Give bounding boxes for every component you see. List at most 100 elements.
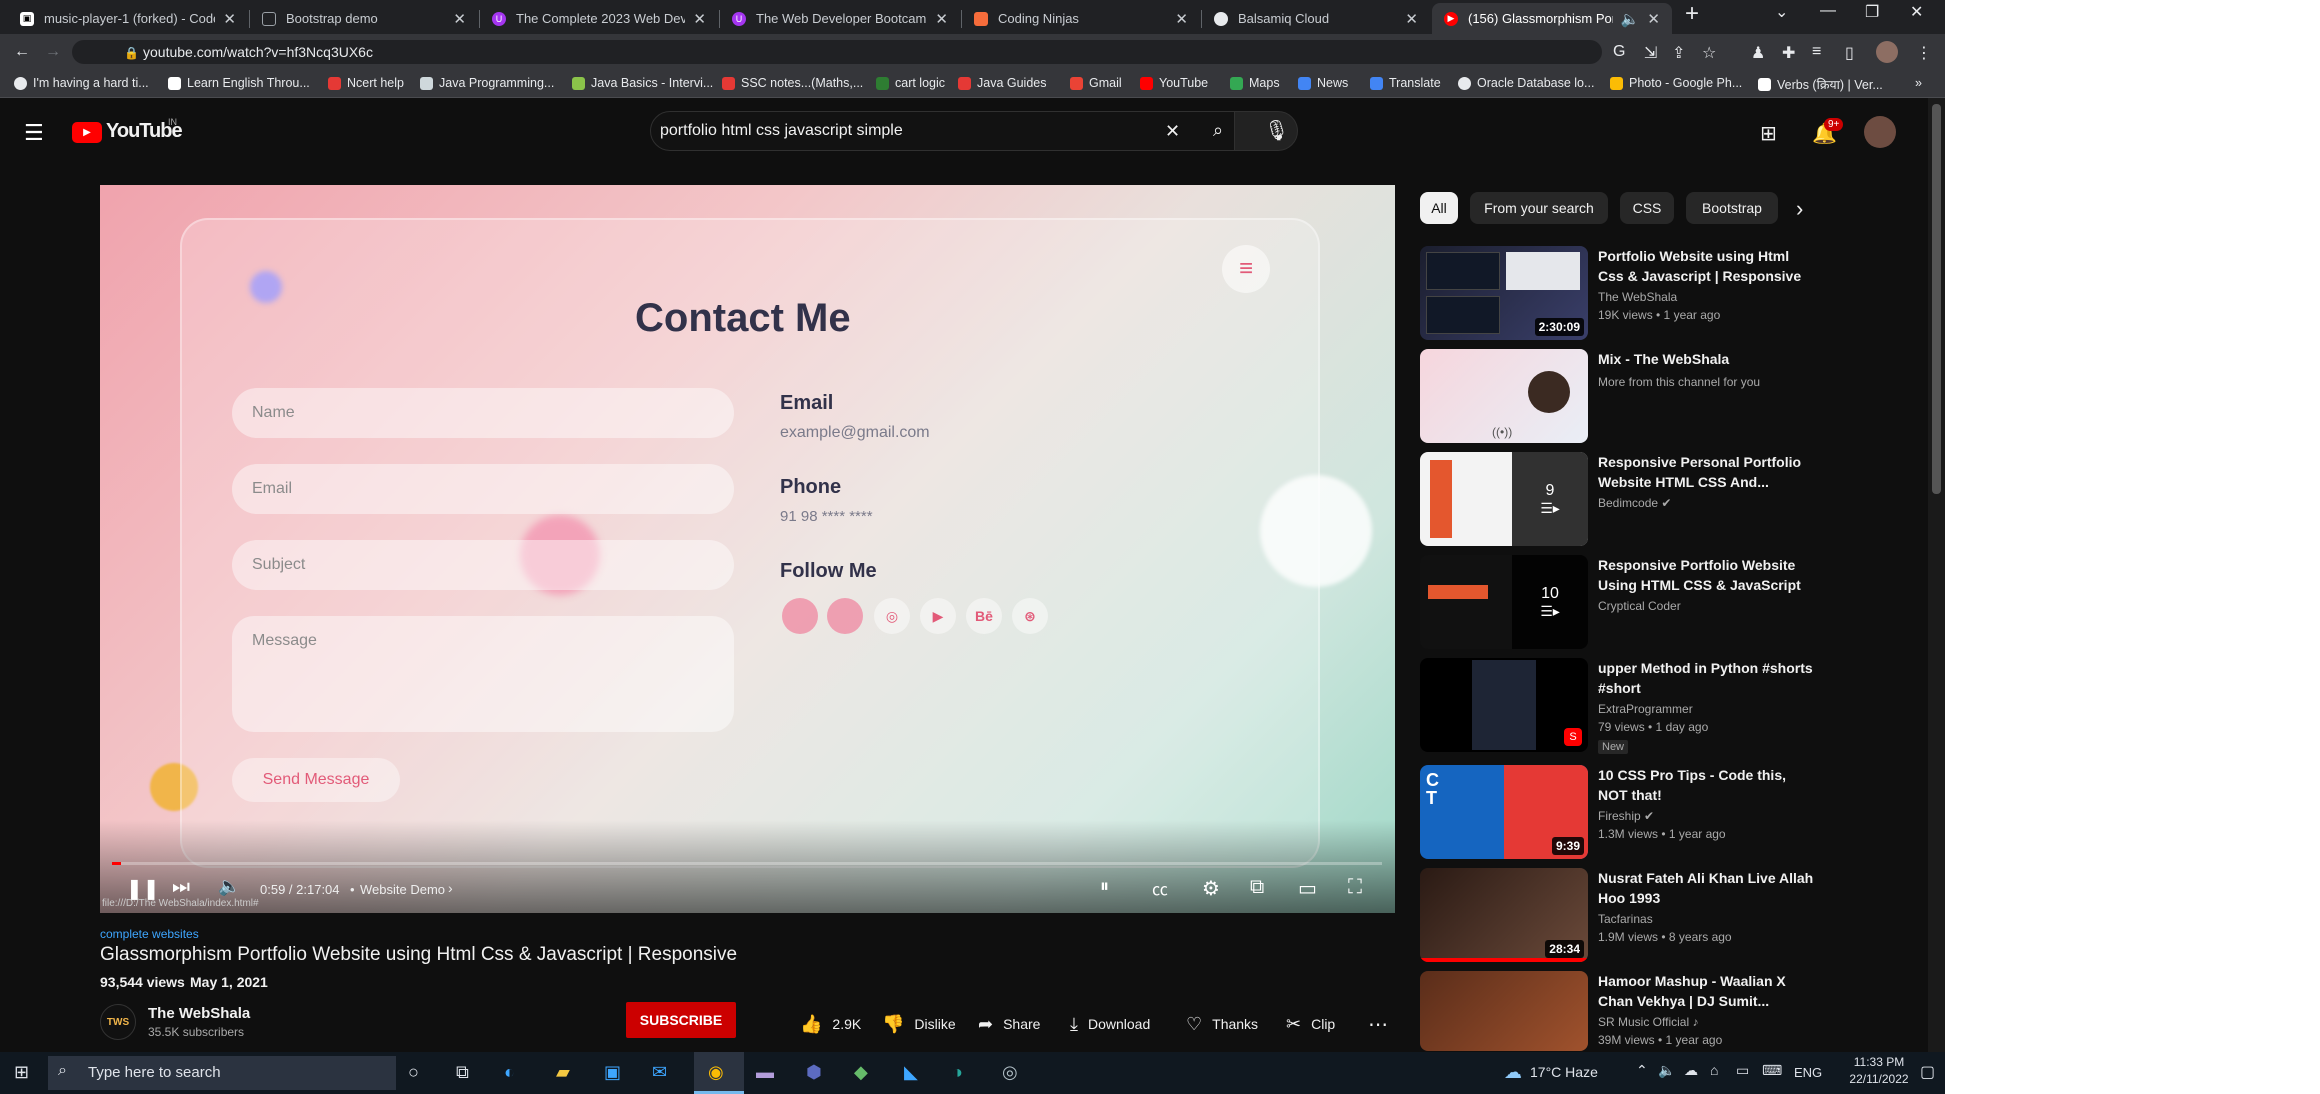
recommendation-channel[interactable]: Bedimcode ✔: [1598, 496, 1671, 510]
hashtag-link[interactable]: complete websites: [100, 927, 199, 941]
scrollbar-thumb[interactable]: [1932, 104, 1941, 494]
close-window-icon[interactable]: ✕: [1910, 2, 1923, 22]
chip-all[interactable]: All: [1420, 192, 1458, 224]
extension-icon[interactable]: ♟: [1751, 43, 1765, 63]
video-thumbnail[interactable]: 28:34: [1420, 868, 1588, 962]
app-icon[interactable]: ◆: [854, 1062, 868, 1083]
progress-bar[interactable]: [112, 862, 1382, 865]
onedrive-icon[interactable]: ☁: [1684, 1062, 1698, 1079]
lock-icon[interactable]: 🔒: [124, 46, 139, 60]
forward-icon[interactable]: →: [45, 43, 61, 61]
recommendation-channel[interactable]: ExtraProgrammer: [1598, 702, 1693, 716]
system-tray-chevron-icon[interactable]: ⌃: [1636, 1062, 1648, 1079]
playlist-thumbnail[interactable]: 10 ☰▸: [1420, 555, 1588, 649]
fullscreen-icon[interactable]: ⛶: [1348, 876, 1362, 899]
recommendation-item[interactable]: 10 ☰▸ Responsive Portfolio Website Using…: [1420, 555, 1830, 651]
file-explorer-icon[interactable]: ▰: [556, 1062, 570, 1083]
create-video-icon[interactable]: ⊞: [1760, 121, 1777, 146]
menu-kebab-icon[interactable]: ⋮: [1916, 43, 1932, 63]
mute-tab-icon[interactable]: 🔈: [1621, 10, 1640, 28]
close-tab-icon[interactable]: ✕: [1175, 10, 1188, 28]
browser-tab[interactable]: Coding Ninjas ✕: [962, 3, 1200, 34]
edge-dev-icon[interactable]: ◑: [952, 1062, 963, 1083]
bookmark-item[interactable]: Java Programming...: [420, 76, 554, 90]
clear-search-icon[interactable]: ✕: [1165, 121, 1180, 142]
bookmark-star-icon[interactable]: ☆: [1702, 43, 1716, 63]
bookmark-item[interactable]: cart logic: [876, 76, 945, 90]
weather-icon[interactable]: ☁: [1504, 1062, 1522, 1083]
settings-gear-icon[interactable]: ⚙: [1202, 876, 1220, 901]
search-query[interactable]: portfolio html css javascript simple: [660, 122, 903, 140]
bookmark-item[interactable]: I'm having a hard ti...: [14, 76, 149, 90]
google-icon[interactable]: G: [1613, 43, 1625, 61]
app-icon[interactable]: ◎: [1002, 1062, 1018, 1083]
bookmark-item[interactable]: News: [1298, 76, 1348, 90]
mail-icon[interactable]: ✉: [652, 1062, 667, 1083]
browser-tab-active[interactable]: ▶ (156) Glassmorphism Portfo🔈✕: [1432, 3, 1672, 34]
share-page-icon[interactable]: ⇪: [1672, 43, 1685, 63]
bookmark-item[interactable]: Translate: [1370, 76, 1441, 90]
bookmark-item[interactable]: Learn English Throu...: [168, 76, 310, 90]
new-tab-icon[interactable]: +: [1685, 0, 1699, 28]
video-thumbnail[interactable]: 2:30:09: [1420, 246, 1588, 340]
recommendation-item[interactable]: CT 9:39 10 CSS Pro Tips - Code this, NOT…: [1420, 765, 1830, 861]
search-icon[interactable]: ⌕: [1213, 120, 1223, 141]
bookmark-item[interactable]: Oracle Database lo...: [1458, 76, 1594, 90]
bookmark-item[interactable]: Verbs (क्रिया) | Ver...: [1758, 76, 1883, 93]
dislike-button[interactable]: 👎 Dislike: [882, 1006, 956, 1042]
close-tab-icon[interactable]: ✕: [1647, 10, 1660, 28]
restore-icon[interactable]: ❐: [1865, 2, 1879, 22]
app-icon[interactable]: ▬: [756, 1062, 774, 1083]
side-panel-icon[interactable]: ▯: [1845, 43, 1854, 63]
thanks-button[interactable]: ♡ Thanks: [1186, 1006, 1258, 1042]
browser-tab[interactable]: U The Web Developer Bootcamp 2 ✕: [720, 3, 960, 34]
battery-icon[interactable]: ▭: [1736, 1062, 1749, 1079]
account-avatar[interactable]: [1864, 116, 1896, 148]
windows-start-icon[interactable]: ⊞: [14, 1062, 29, 1083]
channel-name[interactable]: The WebShala: [148, 1005, 250, 1022]
chip-bootstrap[interactable]: Bootstrap: [1686, 192, 1778, 224]
taskbar-search-placeholder[interactable]: Type here to search: [88, 1064, 221, 1081]
recommendation-title[interactable]: Responsive Portfolio Website Using HTML …: [1598, 555, 1818, 595]
microphone-icon[interactable]: 🎙: [1264, 118, 1289, 143]
chapter-title[interactable]: Website Demo: [360, 882, 445, 897]
bookmark-item[interactable]: Ncert help: [328, 76, 404, 90]
more-actions-icon[interactable]: ⋯: [1368, 1006, 1388, 1042]
bookmark-item[interactable]: SSC notes...(Maths,...: [722, 76, 863, 90]
bookmark-item[interactable]: Gmail: [1070, 76, 1122, 90]
bookmark-item[interactable]: Java Basics - Intervi...: [572, 76, 713, 90]
bookmark-item[interactable]: Maps: [1230, 76, 1280, 90]
browser-tab[interactable]: Balsamiq Cloud ✕: [1202, 3, 1430, 34]
share-button[interactable]: ➦ Share: [978, 1006, 1040, 1042]
bookmark-item[interactable]: YouTube: [1140, 76, 1208, 90]
recommendation-channel[interactable]: Tacfarinas: [1598, 912, 1653, 926]
clock-time[interactable]: 11:33 PM: [1846, 1055, 1912, 1069]
recommendation-channel[interactable]: Fireship ✔: [1598, 809, 1654, 823]
chip-from-your-search[interactable]: From your search: [1470, 192, 1608, 224]
reading-list-icon[interactable]: ≡: [1812, 43, 1821, 61]
browser-tab[interactable]: Bootstrap demo ✕: [250, 3, 478, 34]
store-icon[interactable]: ▣: [604, 1062, 621, 1083]
chevron-right-icon[interactable]: ›: [448, 880, 453, 896]
recommendation-channel[interactable]: Cryptical Coder: [1598, 599, 1681, 613]
close-tab-icon[interactable]: ✕: [693, 10, 706, 28]
shorts-thumbnail[interactable]: S: [1420, 658, 1588, 752]
close-tab-icon[interactable]: ✕: [453, 10, 466, 28]
recommendation-channel[interactable]: SR Music Official ♪: [1598, 1015, 1698, 1029]
recommendation-title[interactable]: Portfolio Website using Html Css & Javas…: [1598, 246, 1818, 286]
keyboard-icon[interactable]: ⌨: [1762, 1062, 1782, 1079]
recommendation-item[interactable]: ((•)) Mix - The WebShala More from this …: [1420, 349, 1830, 445]
theater-mode-icon[interactable]: ▭: [1298, 876, 1317, 901]
minimize-icon[interactable]: —: [1820, 2, 1836, 20]
recommendation-item[interactable]: 9 ☰▸ Responsive Personal Portfolio Websi…: [1420, 452, 1830, 548]
close-tab-icon[interactable]: ✕: [1405, 10, 1418, 28]
profile-avatar[interactable]: [1876, 41, 1898, 63]
mix-thumbnail[interactable]: ((•)): [1420, 349, 1588, 443]
edge-icon[interactable]: ◐: [504, 1062, 515, 1083]
video-thumbnail[interactable]: CT 9:39: [1420, 765, 1588, 859]
recommendation-title[interactable]: Nusrat Fateh Ali Khan Live Allah Hoo 199…: [1598, 868, 1818, 908]
hamburger-menu-icon[interactable]: ☰: [24, 120, 44, 146]
clip-button[interactable]: ✂ Clip: [1286, 1006, 1335, 1042]
browser-tab[interactable]: U The Complete 2023 Web Develo✕: [480, 3, 718, 34]
close-tab-icon[interactable]: ✕: [223, 10, 236, 28]
